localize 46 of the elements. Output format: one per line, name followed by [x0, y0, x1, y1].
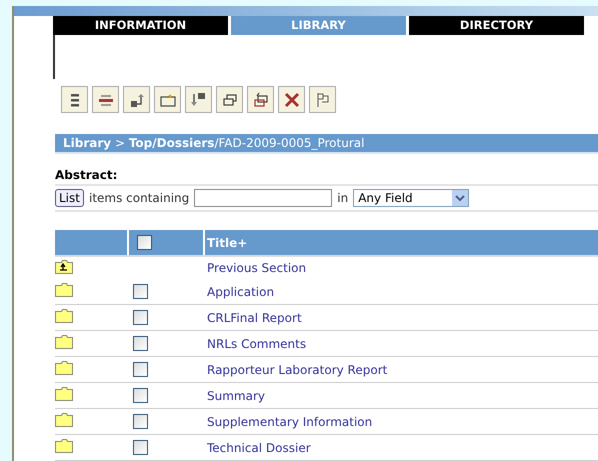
- search-field[interactable]: [194, 189, 332, 207]
- row-checkbox[interactable]: [133, 414, 148, 429]
- folder-link[interactable]: Rapporteur Laboratory Report: [205, 362, 598, 376]
- windows-icon: [252, 90, 270, 109]
- folder-link[interactable]: Technical Dossier: [205, 440, 598, 454]
- in-label: in: [337, 191, 348, 205]
- row-checkbox[interactable]: [133, 362, 148, 377]
- folder-icon: [55, 361, 73, 375]
- folder-icon: [55, 335, 73, 349]
- folder-icon: [55, 387, 73, 401]
- abstract-label: Abstract:: [55, 168, 598, 186]
- folder-link[interactable]: Application: [205, 284, 598, 298]
- header-cell: [55, 230, 127, 255]
- folder-up-icon: [55, 260, 73, 274]
- row-checkbox[interactable]: [133, 336, 148, 351]
- toolbar-button[interactable]: [185, 86, 212, 114]
- folder-link[interactable]: Previous Section: [205, 261, 598, 275]
- select-all-checkbox[interactable]: [137, 235, 152, 250]
- folder-icon: [55, 413, 73, 427]
- folder-icon: [55, 283, 73, 297]
- toolbar-button[interactable]: [309, 86, 336, 114]
- row-checkbox[interactable]: [133, 388, 148, 403]
- dropdown-icon: [452, 190, 468, 206]
- nav-tab[interactable]: INFORMATION: [53, 16, 228, 35]
- toolbar-button[interactable]: [247, 86, 274, 114]
- nav-tab[interactable]: DIRECTORY: [409, 16, 584, 35]
- folder-link[interactable]: Supplementary Information: [205, 414, 598, 428]
- breadcrumb-text: Library > Top/Dossiers/FAD-2009-0005_Protural: [63, 136, 364, 150]
- field-select[interactable]: Any Field: [353, 189, 470, 207]
- toolbar-button[interactable]: [123, 86, 150, 114]
- row-checkbox[interactable]: [133, 440, 148, 455]
- toolbar-button[interactable]: [278, 86, 305, 114]
- toolbar-button[interactable]: [216, 86, 243, 114]
- folder-link[interactable]: CRLFinal Report: [205, 310, 598, 324]
- toolbar-button[interactable]: [154, 86, 181, 114]
- folder-icon: [55, 439, 73, 453]
- row-checkbox[interactable]: [133, 310, 148, 325]
- folder-link[interactable]: NRLs Comments: [205, 336, 598, 350]
- filter-label: items containing: [88, 191, 190, 205]
- row-checkbox[interactable]: [133, 284, 148, 299]
- folder-icon: [55, 309, 73, 323]
- close-icon: [282, 90, 300, 109]
- toolbar-button[interactable]: [61, 86, 88, 114]
- folder-link[interactable]: Summary: [205, 388, 598, 402]
- list-button[interactable]: List: [55, 189, 84, 207]
- toolbar-button[interactable]: [92, 86, 119, 114]
